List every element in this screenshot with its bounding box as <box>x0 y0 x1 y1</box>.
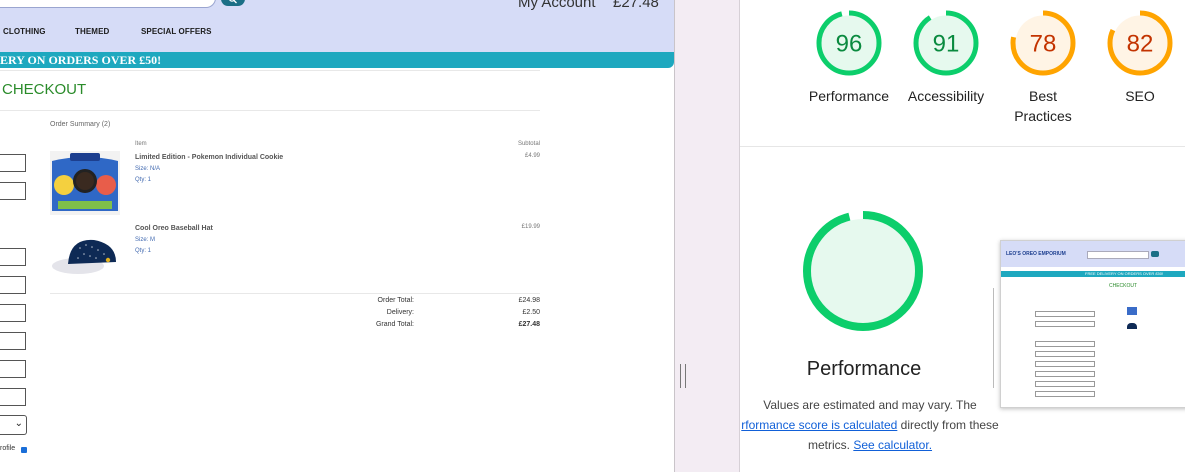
chevron-down-icon: ⌄ <box>14 418 23 429</box>
performance-title: Performance <box>806 358 922 380</box>
thumb-checkout: CHECKOUT <box>1109 283 1138 289</box>
nav-clothing[interactable]: CLOTHING <box>3 27 46 36</box>
order-total-value: £24.98 <box>518 297 540 304</box>
product-image-pokemon-cookie <box>50 151 120 215</box>
delivery-label: Delivery: <box>386 309 414 316</box>
gauge-score: 91 <box>933 31 960 58</box>
divider <box>50 293 540 294</box>
item-size: Size: M <box>135 237 156 243</box>
item-name: Limited Edition - Pokemon Individual Coo… <box>135 154 284 161</box>
note-text: directly from these <box>897 418 999 432</box>
section-divider <box>740 146 1185 147</box>
gauge-label-performance[interactable]: Performance <box>801 86 897 106</box>
gauge-accessibility[interactable]: 91 <box>913 10 979 76</box>
form-field[interactable] <box>0 304 26 322</box>
column-header-subtotal: Subtotal <box>517 141 540 147</box>
form-field[interactable] <box>0 332 26 350</box>
filmstrip-divider <box>993 288 994 388</box>
product-image-baseball-hat <box>50 232 120 280</box>
gauge-label-accessibility[interactable]: Accessibility <box>898 86 994 106</box>
country-select[interactable]: ⌄ <box>0 415 27 435</box>
note-text: Values are estimated and may vary. The <box>763 398 977 412</box>
splitter-grip-icon[interactable] <box>680 364 686 388</box>
gauge-label-seo[interactable]: SEO <box>1092 86 1185 106</box>
gauge-performance[interactable]: 96 <box>816 10 882 76</box>
form-field[interactable] <box>0 154 26 172</box>
form-field[interactable] <box>0 276 26 294</box>
site-page: My Account £27.48 CLOTHING THEMED SPECIA… <box>0 0 674 472</box>
score-calculation-link[interactable]: rformance score is calculated <box>741 418 897 432</box>
score-gauges: 96 91 78 82 <box>816 10 1173 76</box>
grand-total-value: £27.48 <box>518 321 540 328</box>
item-price: £4.99 <box>524 153 540 159</box>
cart-total[interactable]: £27.48 <box>613 0 659 11</box>
performance-gauge-large <box>803 211 923 331</box>
grand-total-label: Grand Total: <box>375 321 414 328</box>
form-field[interactable] <box>0 248 26 266</box>
order-total-label: Order Total: <box>377 297 414 304</box>
divider <box>0 110 540 111</box>
my-account-link[interactable]: My Account <box>518 0 596 11</box>
search-input[interactable] <box>0 0 216 8</box>
item-qty: Qty: 1 <box>135 177 152 183</box>
gauge-performance-large[interactable] <box>803 211 923 331</box>
gauge-best-practices[interactable]: 78 <box>1010 10 1076 76</box>
item-qty: Qty: 1 <box>135 248 152 254</box>
order-summary-title: Order Summary (2) <box>50 121 111 128</box>
page-title: CHECKOUT <box>2 81 87 98</box>
gauge-score: 82 <box>1127 31 1154 58</box>
estimate-note: Values are estimated and may vary. The r… <box>735 395 1005 455</box>
gauge-score: 78 <box>1030 31 1057 58</box>
form-field[interactable] <box>0 360 26 378</box>
nav-themed[interactable]: THEMED <box>75 27 109 36</box>
gauge-score: 96 <box>836 31 863 58</box>
column-header-item: Item <box>135 141 147 147</box>
item-name: Cool Oreo Baseball Hat <box>135 225 213 232</box>
note-text: metrics. <box>807 438 854 452</box>
search-icon <box>229 0 237 4</box>
thumb-brand: LEO'S OREO EMPORIUM <box>1006 251 1066 257</box>
form-field[interactable] <box>0 182 26 200</box>
gauge-seo[interactable]: 82 <box>1107 10 1173 76</box>
item-size: Size: N/A <box>135 166 161 172</box>
delivery-value: £2.50 <box>522 309 540 316</box>
thumb-banner: FREE DELIVERY ON ORDERS OVER £50! <box>1085 271 1164 276</box>
form-field[interactable] <box>0 388 26 406</box>
gauge-fill <box>811 219 915 323</box>
delivery-banner-text: ERY ON ORDERS OVER £50! <box>0 53 162 67</box>
nav-special-offers[interactable]: SPECIAL OFFERS <box>141 27 212 36</box>
panel-splitter[interactable] <box>674 0 740 472</box>
page-screenshot-thumbnail[interactable]: LEO'S OREO EMPORIUM FREE DELIVERY ON ORD… <box>1000 240 1185 408</box>
save-profile-checkbox[interactable] <box>21 447 27 453</box>
search-button[interactable] <box>221 0 245 6</box>
gauge-label-best-practices[interactable]: Best Practices <box>995 86 1091 126</box>
item-price: £19.99 <box>521 224 540 230</box>
divider <box>0 70 540 71</box>
see-calculator-link[interactable]: See calculator. <box>853 438 932 452</box>
save-profile-label: rofile <box>0 445 16 452</box>
